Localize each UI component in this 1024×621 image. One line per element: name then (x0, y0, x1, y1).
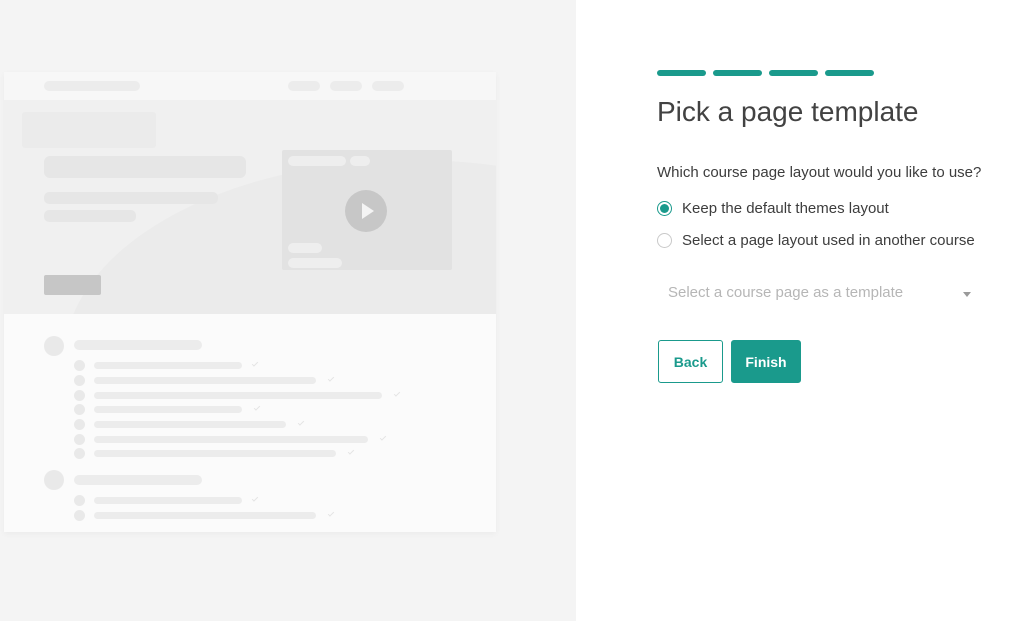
preview-lesson-title (94, 436, 368, 443)
preview-lesson-icon (74, 510, 85, 521)
progress-step (657, 70, 706, 76)
preview-video-caption (288, 156, 346, 166)
preview-video-caption (350, 156, 370, 166)
preview-hero-title (44, 156, 246, 178)
preview-section-icon (44, 336, 64, 356)
preview-hero-badge (22, 112, 156, 148)
check-icon (327, 375, 335, 382)
wizard-progress (657, 70, 874, 76)
preview-lesson-icon (74, 360, 85, 371)
template-select-placeholder: Select a course page as a template (668, 283, 904, 301)
preview-lesson-icon (74, 495, 85, 506)
preview-logo-placeholder (44, 81, 140, 91)
preview-navbar (4, 72, 496, 100)
preview-lesson-icon (74, 419, 85, 430)
preview-lesson-icon (74, 404, 85, 415)
preview-video-meta (288, 243, 322, 253)
preview-video-meta (288, 258, 342, 268)
preview-nav-item (372, 81, 404, 91)
preview-hero (4, 100, 496, 314)
preview-hero-button (44, 275, 101, 295)
check-icon (327, 510, 335, 517)
check-icon (297, 419, 305, 426)
preview-lesson-title (94, 497, 242, 504)
progress-step (769, 70, 818, 76)
preview-lesson-icon (74, 448, 85, 459)
preview-curriculum (4, 314, 496, 532)
template-wizard-panel: Pick a page template Which course page l… (576, 0, 1024, 621)
course-page-preview (4, 72, 496, 532)
preview-section-icon (44, 470, 64, 490)
check-icon (347, 448, 355, 455)
preview-lesson-icon (74, 434, 85, 445)
finish-button[interactable]: Finish (731, 340, 801, 383)
course-page-template-select[interactable]: Select a course page as a template (657, 276, 977, 308)
preview-hero-text (44, 192, 218, 204)
layout-question: Which course page layout would you like … (657, 164, 982, 181)
preview-section-title (74, 475, 202, 485)
preview-lesson-title (94, 377, 316, 384)
check-icon (253, 404, 261, 411)
preview-section-title (74, 340, 202, 350)
progress-step (825, 70, 874, 76)
preview-nav-item (330, 81, 362, 91)
back-button[interactable]: Back (658, 340, 723, 383)
play-icon (345, 190, 387, 232)
preview-lesson-title (94, 362, 242, 369)
preview-lesson-icon (74, 375, 85, 386)
check-icon (251, 360, 259, 367)
preview-lesson-title (94, 512, 316, 519)
progress-step (713, 70, 762, 76)
option-other-course-layout-label: Select a page layout used in another cou… (682, 232, 975, 249)
preview-lesson-title (94, 421, 286, 428)
radio-selected-icon[interactable] (657, 201, 672, 216)
radio-unselected-icon[interactable] (657, 233, 672, 248)
check-icon (393, 390, 401, 397)
option-default-layout[interactable]: Keep the default themes layout (657, 200, 889, 217)
template-preview-pane (0, 0, 576, 621)
preview-lesson-icon (74, 390, 85, 401)
preview-video (282, 150, 452, 270)
option-default-layout-label: Keep the default themes layout (682, 200, 889, 217)
preview-lesson-title (94, 392, 382, 399)
option-other-course-layout[interactable]: Select a page layout used in another cou… (657, 232, 975, 249)
preview-hero-text (44, 210, 136, 222)
page-title: Pick a page template (657, 96, 919, 127)
preview-nav-item (288, 81, 320, 91)
check-icon (379, 434, 387, 441)
preview-lesson-title (94, 450, 336, 457)
preview-lesson-title (94, 406, 242, 413)
chevron-down-icon (963, 291, 971, 297)
check-icon (251, 495, 259, 502)
